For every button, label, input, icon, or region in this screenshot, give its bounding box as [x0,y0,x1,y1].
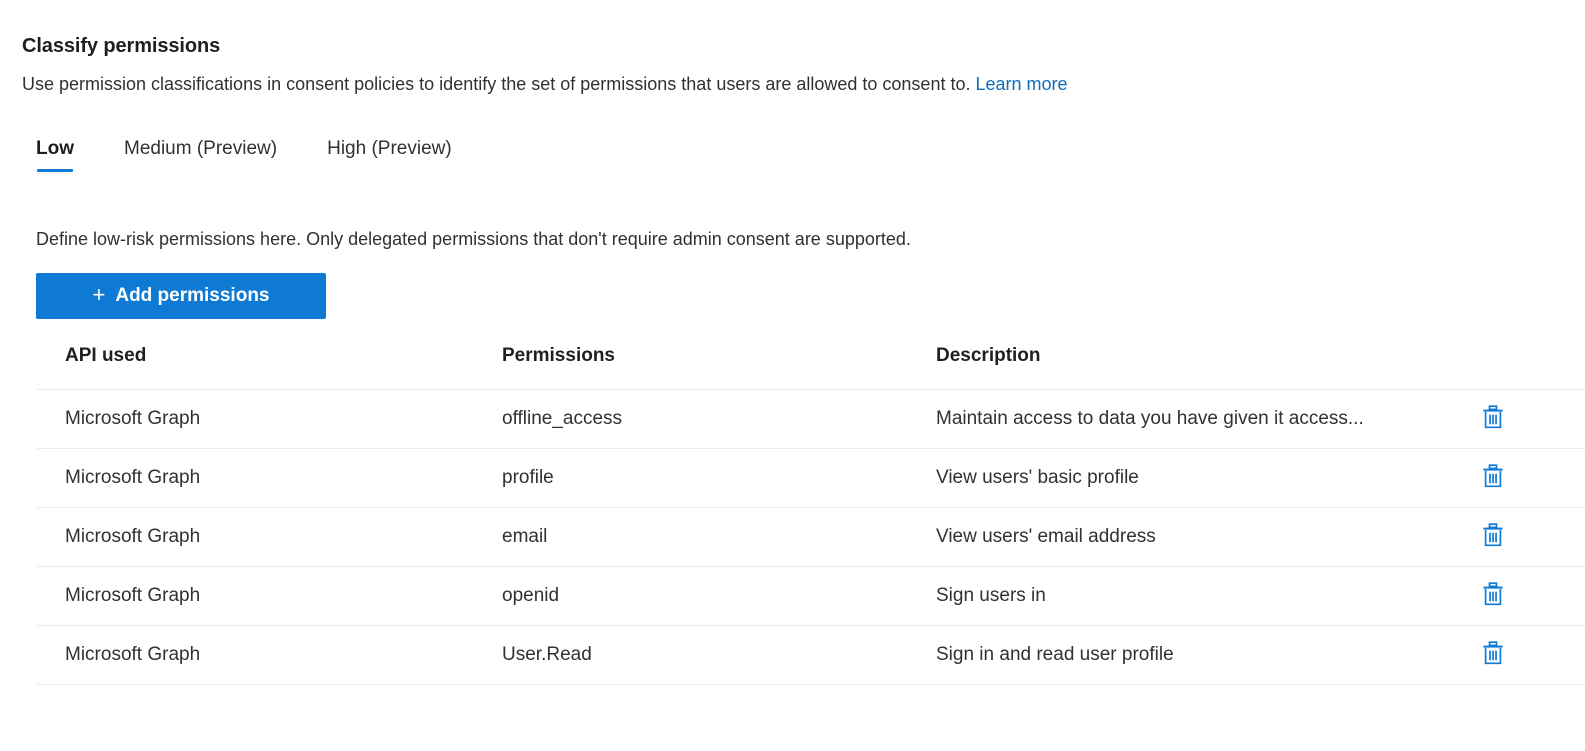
cell-description: Sign users in [936,566,1456,626]
column-header-actions [1456,345,1585,390]
cell-api-used: Microsoft Graph [37,389,502,449]
page-title: Classify permissions [22,35,221,58]
cell-description: View users' email address [936,507,1456,567]
risk-level-tabs: Low Medium (Preview) High (Preview) [36,138,452,172]
trash-icon [1483,582,1503,606]
cell-actions [1456,389,1585,449]
learn-more-link[interactable]: Learn more [975,74,1067,94]
delete-permission-button[interactable] [1480,403,1506,431]
tab-high-preview[interactable]: High (Preview) [327,138,452,172]
column-header-permissions: Permissions [502,345,615,366]
page-description: Use permission classifications in consen… [22,74,1068,95]
table-body: Microsoft Graph offline_access Maintain … [37,389,1585,685]
delete-permission-button[interactable] [1480,521,1506,549]
permissions-table: API used Permissions Description Microso… [37,345,1585,685]
table-row: Microsoft Graph profile View users' basi… [37,448,1585,508]
table-row: Microsoft Graph openid Sign users in [37,566,1585,626]
table-header-row: API used Permissions Description [37,345,1585,390]
table-head: API used Permissions Description [37,345,1585,390]
cell-description: Sign in and read user profile [936,625,1456,685]
delete-permission-button[interactable] [1480,639,1506,667]
classify-permissions-page: Classify permissions Use permission clas… [0,0,1585,751]
plus-icon: + [92,282,106,307]
table-row: Microsoft Graph offline_access Maintain … [37,389,1585,449]
cell-permission: openid [502,566,936,626]
cell-api-used: Microsoft Graph [37,507,502,567]
table-row: Microsoft Graph User.Read Sign in and re… [37,625,1585,685]
cell-api-used: Microsoft Graph [37,566,502,626]
page-description-text: Use permission classifications in consen… [22,74,976,94]
permissions-table-container: API used Permissions Description Microso… [37,345,1585,685]
cell-api-used: Microsoft Graph [37,625,502,685]
cell-permission: offline_access [502,389,936,449]
tab-medium-preview[interactable]: Medium (Preview) [124,138,277,172]
cell-actions [1456,566,1585,626]
cell-actions [1456,625,1585,685]
tab-low[interactable]: Low [36,138,74,172]
cell-actions [1456,448,1585,508]
cell-description: Maintain access to data you have given i… [936,389,1456,449]
trash-icon [1483,464,1503,488]
cell-description: View users' basic profile [936,448,1456,508]
cell-permission: profile [502,448,936,508]
column-header-description: Description [936,345,1041,366]
cell-api-used: Microsoft Graph [37,448,502,508]
section-note: Define low-risk permissions here. Only d… [36,229,911,249]
cell-permission: email [502,507,936,567]
table-row: Microsoft Graph email View users' email … [37,507,1585,567]
cell-actions [1456,507,1585,567]
column-header-api-used: API used [65,345,147,366]
trash-icon [1483,405,1503,429]
delete-permission-button[interactable] [1480,462,1506,490]
add-permissions-label: Add permissions [115,285,270,306]
trash-icon [1483,641,1503,665]
delete-permission-button[interactable] [1480,580,1506,608]
add-permissions-button[interactable]: + Add permissions [36,273,326,319]
cell-permission: User.Read [502,625,936,685]
trash-icon [1483,523,1503,547]
